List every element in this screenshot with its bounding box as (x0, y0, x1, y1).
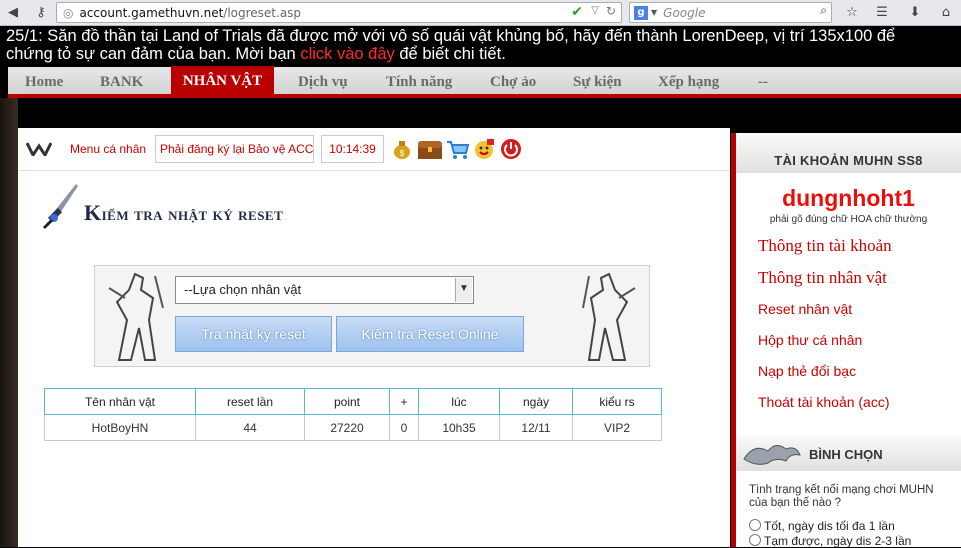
sword-icon (42, 184, 78, 230)
cell-point: 27220 (304, 414, 390, 441)
main-nav: Home BANK NHÂN VẬT Dịch vụ Tính năng Chợ… (8, 66, 961, 98)
link-reset-character[interactable]: Reset nhân vật (758, 301, 852, 317)
announcement-line-2: chứng tỏ sự can đảm của bạn. Mời bạn cli… (6, 45, 961, 63)
radio-button[interactable] (749, 519, 761, 531)
money-bag-icon[interactable]: $ (391, 138, 413, 160)
table-row: HotBoyHN 44 27220 0 10h35 12/11 VIP2 (44, 414, 662, 441)
account-header: TÀI KHOẢN MUHN SS8 (736, 133, 961, 173)
download-icon[interactable]: ⬇ (905, 3, 925, 22)
secure-check-icon[interactable]: ✔ (571, 4, 583, 20)
browser-toolbar: ◀ ⚷ ◎ account.gamethuvn.net/logreset.asp… (0, 0, 961, 26)
server-clock: 10:14:39 (321, 135, 384, 163)
announcement-text: chứng tỏ sự can đảm của bạn. Mời bạn (6, 45, 301, 63)
nav-xep-hang[interactable]: Xếp hạng (658, 67, 719, 94)
cell-date: 12/11 (499, 414, 573, 441)
power-icon[interactable] (500, 138, 522, 160)
col-reset-count: reset lần (195, 388, 305, 415)
cell-reset-count: 44 (195, 414, 305, 441)
poll-option-label: Tạm được, ngày dis 2-3 lần (764, 534, 912, 548)
nav-bank[interactable]: BANK (100, 67, 143, 94)
link-inbox[interactable]: Hộp thư cá nhân (758, 332, 862, 348)
url-path: /logreset.asp (223, 5, 302, 20)
link-logout[interactable]: Thoát tài khoản (acc) (758, 394, 890, 410)
back-icon[interactable]: ◀ (2, 3, 24, 22)
nav-su-kien[interactable]: Sự kiện (573, 67, 622, 94)
w-logo-icon (26, 142, 52, 156)
cell-character-name: HotBoyHN (44, 414, 196, 441)
announcement-marquee: 25/1: Săn đồ thần tại Land of Trials đã … (0, 27, 961, 67)
title-text: iểm tra nhật ký reset (101, 204, 284, 224)
title-initial: K (84, 200, 102, 225)
account-panel: TÀI KHOẢN MUHN SS8 dungnhoht1 phải gõ đú… (731, 133, 961, 548)
reset-log-table: Tên nhân vật reset lần point + lúc ngày … (44, 388, 662, 441)
radio-button[interactable] (749, 534, 761, 546)
poll-option-label: Tốt, ngày dis tối đa 1 lần (764, 519, 895, 533)
nav-dich-vu[interactable]: Dịch vụ (298, 67, 348, 94)
nav-more[interactable]: -- (758, 67, 768, 94)
protect-notice[interactable]: Phải đăng ký lại Bảo vệ ACC (155, 135, 314, 163)
view-reset-log-button[interactable]: Tra nhật ký reset (175, 316, 332, 352)
smiley-gift-icon[interactable] (473, 138, 495, 160)
warrior-left-figure (108, 272, 164, 361)
announcement-text-end: để biết chi tiết. (394, 45, 506, 63)
cell-plus: 0 (389, 414, 419, 441)
svg-text:$: $ (400, 149, 405, 158)
link-character-info[interactable]: Thông tin nhân vật (758, 268, 887, 288)
chevron-down-icon[interactable]: ▼ (455, 278, 472, 302)
content-pane: Menu cá nhân Phải đăng ký lại Bảo vệ ACC… (18, 128, 730, 547)
cell-time: 10h35 (418, 414, 500, 441)
poll-option-2[interactable]: Tạm được, ngày dis 2-3 lần (749, 534, 911, 548)
nav-cho-ao[interactable]: Chợ ảo (490, 67, 536, 94)
announcement-link[interactable]: click vào đây (300, 45, 394, 63)
address-bar[interactable]: ◎ account.gamethuvn.net/logreset.asp ✔ ▽… (56, 2, 622, 23)
character-select-value: --Lựa chọn nhân vật (184, 282, 302, 297)
col-plus: + (389, 388, 419, 415)
poll-option-1[interactable]: Tốt, ngày dis tối đa 1 lần (749, 519, 895, 533)
reset-log-form: --Lựa chọn nhân vật ▼ Tra nhật ký reset K… (94, 265, 650, 367)
check-reset-online-button[interactable]: Kiểm tra Reset Online (336, 316, 524, 352)
page-title: Kiểm tra nhật ký reset (84, 200, 283, 226)
dropdown-arrow-icon[interactable]: ▽ (591, 5, 599, 16)
col-point: point (304, 388, 390, 415)
google-icon[interactable]: g (634, 5, 648, 20)
nav-tinh-nang[interactable]: Tính năng (386, 67, 452, 94)
reload-icon[interactable]: ↻ (606, 4, 616, 18)
poll-question: Tình trạng kết nối mạng chơi MUHN của bạ… (749, 484, 934, 509)
table-header-row: Tên nhân vật reset lần point + lúc ngày … (44, 388, 662, 415)
treasure-chest-icon[interactable] (417, 138, 443, 160)
search-box[interactable]: g ▼ Google ⌕ (629, 2, 832, 23)
col-reset-type: kiểu rs (572, 388, 662, 415)
announcement-line-1: 25/1: Săn đồ thần tại Land of Trials đã … (6, 27, 896, 45)
background-decoration (0, 98, 18, 547)
link-account-info[interactable]: Thông tin tài khoản (758, 236, 892, 256)
nav-nhan-vat[interactable]: NHÂN VẬT (171, 66, 274, 94)
bookmark-star-icon[interactable]: ☆ (842, 3, 862, 22)
shopping-cart-icon[interactable] (446, 138, 470, 160)
character-select[interactable]: --Lựa chọn nhân vật ▼ (175, 276, 474, 304)
menu-label: Menu cá nhân (70, 142, 147, 156)
nav-home[interactable]: Home (25, 67, 63, 94)
url-domain: account.gamethuvn.net (79, 5, 224, 20)
link-topup[interactable]: Nạp thẻ đổi bạc (758, 363, 856, 379)
home-icon[interactable]: ⌂ (936, 3, 956, 22)
poll-header: BÌNH CHỌN (736, 435, 961, 471)
col-time: lúc (418, 388, 500, 415)
dragon-icon (743, 445, 801, 465)
col-date: ngày (499, 388, 573, 415)
search-icon[interactable]: ⌕ (820, 3, 827, 18)
bookmarks-list-icon[interactable]: ☰ (872, 3, 892, 22)
personal-toolbar: Menu cá nhân Phải đăng ký lại Bảo vệ ACC… (18, 128, 730, 171)
case-sensitive-hint: phải gõ đúng chữ HOA chữ thường (769, 214, 928, 225)
globe-icon: ◎ (63, 5, 74, 20)
search-engine-arrow-icon[interactable]: ▼ (651, 8, 657, 17)
username: dungnhoht1 (782, 185, 915, 211)
search-input[interactable]: Google (663, 6, 705, 20)
key-icon[interactable]: ⚷ (30, 3, 52, 22)
col-character-name: Tên nhân vật (44, 388, 196, 415)
cell-reset-type: VIP2 (572, 414, 662, 441)
poll-title: BÌNH CHỌN (809, 447, 883, 462)
warrior-right-figure (582, 272, 636, 361)
